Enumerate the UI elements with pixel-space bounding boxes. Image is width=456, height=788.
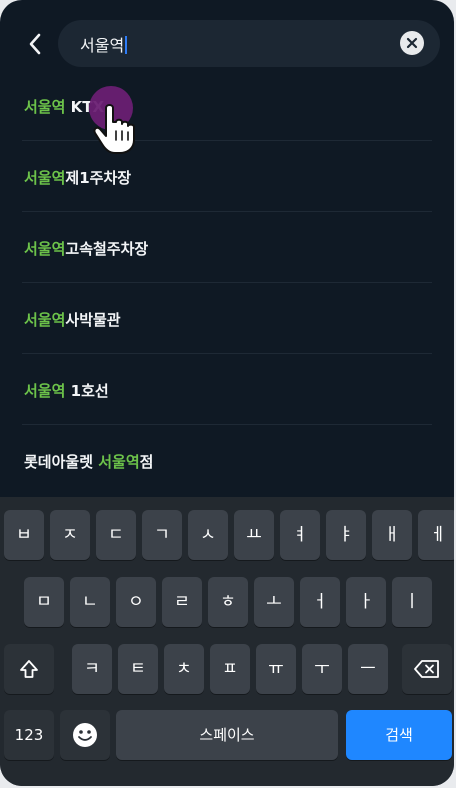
keyboard-key[interactable]: ㅅ xyxy=(188,510,228,560)
keyboard: ㅂ ㅈ ㄷ ㄱ ㅅ ㅛ ㅕ ㅑ ㅐ ㅔ ㅁ ㄴ ㅇ ㄹ ㅎ ㅗ ㅓ ㅏ ㅣ ㅋ ㅌ ㅊ ㅍ ㅠ ㅜ ㅡ 123 스페이스 검색 xyxy=(0,497,454,786)
numbers-key[interactable]: 123 xyxy=(4,710,54,760)
close-icon xyxy=(406,37,418,49)
key-label: ㄴ xyxy=(82,592,98,612)
keyboard-key[interactable]: ㅜ xyxy=(302,644,342,694)
key-label: ㅋ xyxy=(84,659,100,679)
keyboard-key[interactable]: ㅊ xyxy=(164,644,204,694)
emoji-icon xyxy=(73,723,97,747)
suggestion-list: 서울역 KTX 서울역제1주차장 서울역고속철주차장 서울역사박물관 서울역 1… xyxy=(0,70,454,495)
keyboard-key[interactable]: ㅂ xyxy=(4,510,44,560)
keyboard-key[interactable]: ㅍ xyxy=(210,644,250,694)
key-label: ㅎ xyxy=(220,592,236,612)
suggestion-label: 서울역제1주차장 xyxy=(24,169,132,187)
key-label: ㅜ xyxy=(314,659,330,679)
search-key[interactable]: 검색 xyxy=(346,710,452,760)
key-label: ㅐ xyxy=(384,525,400,545)
suggestion-item[interactable]: 서울역제1주차장 xyxy=(22,141,432,212)
suggestion-label: 롯데아울렛 서울역점 xyxy=(24,453,154,471)
shift-key[interactable] xyxy=(4,644,54,694)
keyboard-key[interactable]: ㅎ xyxy=(208,577,248,627)
backspace-key[interactable] xyxy=(402,644,452,694)
key-label: ㄷ xyxy=(108,525,124,545)
keyboard-key[interactable]: ㅑ xyxy=(326,510,366,560)
key-label: ㅊ xyxy=(176,659,192,679)
suggestion-label: 서울역 1호선 xyxy=(24,382,109,400)
key-label: ㅗ xyxy=(266,592,282,612)
key-label: ㅌ xyxy=(130,659,146,679)
keyboard-key[interactable]: ㅁ xyxy=(24,577,64,627)
suggestion-item[interactable]: 롯데아울렛 서울역점 xyxy=(22,425,432,495)
keyboard-key[interactable]: ㅈ xyxy=(50,510,90,560)
key-label: ㅔ xyxy=(430,525,446,545)
keyboard-key[interactable]: ㅓ xyxy=(300,577,340,627)
phone-screen: 서울역 서울역 KTX 서울역제1주차장 서울역고속철주차장 서울역사박물관 서… xyxy=(0,0,454,786)
keyboard-key[interactable]: ㅣ xyxy=(392,577,432,627)
key-label: ㅇ xyxy=(128,592,144,612)
keyboard-key[interactable]: ㅐ xyxy=(372,510,412,560)
suggestion-label: 서울역 KTX xyxy=(24,98,105,116)
keyboard-key[interactable]: ㅡ xyxy=(348,644,388,694)
suggestion-item[interactable]: 서울역사박물관 xyxy=(22,283,432,354)
back-button[interactable] xyxy=(24,30,48,58)
key-label: ㅣ xyxy=(404,592,420,612)
keyboard-key[interactable]: ㅌ xyxy=(118,644,158,694)
key-label: ㅂ xyxy=(16,525,32,545)
suggestion-label: 서울역고속철주차장 xyxy=(24,240,149,258)
space-key[interactable]: 스페이스 xyxy=(116,710,338,760)
suggestion-item[interactable]: 서울역 KTX xyxy=(22,70,432,141)
key-label: ㅑ xyxy=(338,525,354,545)
clear-button[interactable] xyxy=(400,31,424,55)
keyboard-key[interactable]: ㅠ xyxy=(256,644,296,694)
keyboard-key[interactable]: ㅗ xyxy=(254,577,294,627)
keyboard-key[interactable]: ㄷ xyxy=(96,510,136,560)
keyboard-key[interactable]: ㅏ xyxy=(346,577,386,627)
search-input[interactable]: 서울역 xyxy=(58,20,440,67)
key-label: ㅡ xyxy=(360,659,376,679)
key-label: ㄱ xyxy=(154,525,170,545)
keyboard-key[interactable]: ㅋ xyxy=(72,644,112,694)
key-label: ㅁ xyxy=(36,592,52,612)
keyboard-key[interactable]: ㄴ xyxy=(70,577,110,627)
keyboard-key[interactable]: ㄹ xyxy=(162,577,202,627)
key-label: ㅏ xyxy=(358,592,374,612)
keyboard-key[interactable]: ㅕ xyxy=(280,510,320,560)
suggestion-label: 서울역사박물관 xyxy=(24,311,121,329)
chevron-left-icon xyxy=(29,33,41,55)
suggestion-item[interactable]: 서울역고속철주차장 xyxy=(22,212,432,283)
key-label: ㅈ xyxy=(62,525,78,545)
key-label: ㅓ xyxy=(312,592,328,612)
emoji-key[interactable] xyxy=(60,710,110,760)
key-label: ㅕ xyxy=(292,525,308,545)
text-cursor xyxy=(125,36,128,54)
keyboard-key[interactable]: ㅛ xyxy=(234,510,274,560)
suggestion-item[interactable]: 서울역 1호선 xyxy=(22,354,432,425)
search-query-text: 서울역 xyxy=(80,32,128,56)
key-label: ㅛ xyxy=(246,525,262,545)
backspace-icon xyxy=(414,660,439,678)
key-label: ㅠ xyxy=(268,659,284,679)
keyboard-key[interactable]: ㄱ xyxy=(142,510,182,560)
keyboard-key[interactable]: ㅔ xyxy=(418,510,454,560)
keyboard-key[interactable]: ㅇ xyxy=(116,577,156,627)
shift-icon xyxy=(20,660,38,678)
key-label: ㅅ xyxy=(200,525,216,545)
key-label: ㄹ xyxy=(174,592,190,612)
key-label: ㅍ xyxy=(222,659,238,679)
